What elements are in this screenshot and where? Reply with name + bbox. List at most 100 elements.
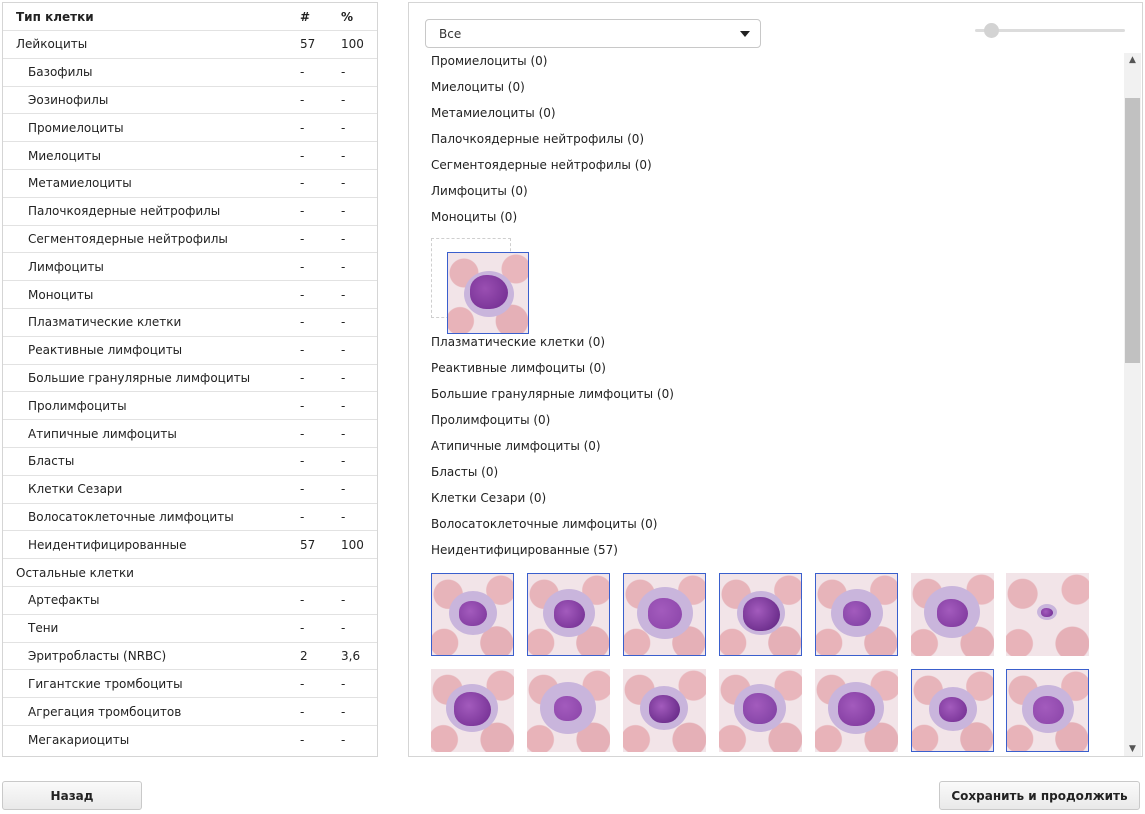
table-row: Лимфоциты - - [3, 253, 377, 282]
back-button[interactable]: Назад [2, 781, 142, 810]
table-row: Базофилы - - [3, 59, 377, 87]
row-cell-type: Тени [28, 621, 59, 636]
row-cell-count: - [300, 148, 305, 163]
category-label: Лимфоциты (0) [431, 184, 528, 198]
row-cell-count: - [300, 92, 305, 107]
row-cell-type: Сегментоядерные нейтрофилы [28, 231, 228, 246]
row-cell-type: Лейкоциты [16, 37, 88, 52]
category-label: Атипичные лимфоциты (0) [431, 439, 601, 453]
table-row: Бласты - - [3, 448, 377, 476]
row-cell-type: Реактивные лимфоциты [28, 343, 183, 358]
table-row: Большие гранулярные лимфоциты - - [3, 365, 377, 393]
row-cell-count: - [300, 593, 305, 608]
row-cell-type: Эозинофилы [28, 92, 109, 107]
cell-image[interactable] [527, 573, 610, 656]
table-row: Эритробласты (NRBC) 2 3,6 [3, 643, 377, 671]
cell-image[interactable] [719, 573, 802, 656]
row-cell-percent: - [341, 426, 346, 441]
row-cell-type: Базофилы [28, 65, 93, 80]
category-label: Неидентифицированные (57) [431, 543, 618, 557]
row-cell-percent: - [341, 148, 346, 163]
row-cell-count: - [300, 732, 305, 747]
chevron-down-icon[interactable] [740, 31, 750, 37]
row-cell-percent: - [341, 120, 346, 135]
vertical-scrollbar[interactable]: ▲ ▼ [1124, 53, 1141, 756]
table-row: Волосатоклеточные лимфоциты - - [3, 504, 377, 532]
category-filter-select[interactable]: Все [425, 19, 761, 48]
table-row: Реактивные лимфоциты - - [3, 337, 377, 365]
category-label: Плазматические клетки (0) [431, 335, 606, 349]
row-cell-percent: - [341, 482, 346, 497]
row-cell-count: - [300, 204, 305, 219]
row-cell-type: Остальные клетки [16, 565, 134, 580]
cell-image[interactable] [431, 669, 514, 752]
cell-image[interactable] [447, 252, 529, 334]
cell-image[interactable] [911, 669, 994, 752]
cell-image[interactable] [527, 669, 610, 752]
cell-image[interactable] [719, 669, 802, 752]
category-label: Промиелоциты (0) [431, 54, 548, 68]
row-cell-percent: - [341, 704, 346, 719]
table-row: Клетки Сезари - - [3, 476, 377, 504]
row-cell-type: Эритробласты (NRBC) [28, 648, 167, 663]
cell-image[interactable] [815, 669, 898, 752]
table-row: Промиелоциты - - [3, 114, 377, 143]
cell-image[interactable] [1006, 573, 1089, 656]
row-cell-percent: - [341, 509, 346, 524]
header-count: # [300, 9, 311, 24]
row-cell-count: - [300, 65, 305, 80]
cell-image[interactable] [623, 669, 706, 752]
cell-image[interactable] [1006, 669, 1089, 752]
row-cell-percent: - [341, 343, 346, 358]
save-and-continue-button[interactable]: Сохранить и продолжить [939, 781, 1140, 810]
row-cell-type: Агрегация тромбоцитов [28, 704, 182, 719]
cell-image[interactable] [815, 573, 898, 656]
scroll-up-icon[interactable]: ▲ [1124, 53, 1141, 67]
row-cell-percent: - [341, 287, 346, 302]
table-row: Остальные клетки [3, 559, 377, 587]
row-cell-type: Моноциты [28, 287, 94, 302]
cell-type-table: Тип клетки # % Лейкоциты 57 100 Базофилы - - Э… [2, 2, 378, 757]
row-cell-type: Лимфоциты [28, 259, 104, 274]
row-cell-type: Клетки Сезари [28, 482, 123, 497]
row-cell-count: - [300, 370, 305, 385]
row-cell-percent: - [341, 593, 346, 608]
row-cell-percent: - [341, 259, 346, 274]
row-cell-count: 57 [300, 37, 316, 52]
row-cell-count: 2 [300, 648, 308, 663]
table-row: Плазматические клетки - - [3, 309, 377, 337]
category-label: Бласты (0) [431, 465, 499, 479]
row-cell-percent: - [341, 176, 346, 191]
row-cell-percent: 3,6 [341, 648, 361, 663]
row-cell-type: Плазматические клетки [28, 315, 182, 330]
row-cell-percent: - [341, 370, 346, 385]
cell-image[interactable] [431, 573, 514, 656]
scroll-down-icon[interactable]: ▼ [1124, 742, 1141, 756]
row-cell-type: Артефакты [28, 593, 100, 608]
row-cell-type: Мегакариоциты [28, 732, 130, 747]
row-cell-count: - [300, 454, 305, 469]
table-row: Агрегация тромбоцитов - - [3, 698, 377, 726]
row-cell-percent: - [341, 315, 346, 330]
row-cell-count: - [300, 315, 305, 330]
zoom-slider-thumb[interactable] [984, 23, 999, 38]
row-cell-percent: - [341, 92, 346, 107]
table-row: Сегментоядерные нейтрофилы - - [3, 226, 377, 254]
cell-image[interactable] [911, 573, 994, 656]
row-cell-count: - [300, 509, 305, 524]
row-cell-count: - [300, 398, 305, 413]
table-row: Тени - - [3, 615, 377, 643]
row-cell-percent: - [341, 65, 346, 80]
category-label: Клетки Сезари (0) [431, 491, 547, 505]
cell-image[interactable] [623, 573, 706, 656]
row-cell-percent: - [341, 732, 346, 747]
row-cell-type: Пролимфоциты [28, 398, 127, 413]
row-cell-count: - [300, 287, 305, 302]
category-label: Волосатоклеточные лимфоциты (0) [431, 517, 658, 531]
row-cell-count: - [300, 676, 305, 691]
row-cell-type: Волосатоклеточные лимфоциты [28, 509, 234, 524]
table-row: Моноциты - - [3, 281, 377, 309]
category-label: Моноциты (0) [431, 210, 518, 224]
scrollbar-thumb[interactable] [1125, 98, 1140, 363]
row-cell-count: - [300, 621, 305, 636]
